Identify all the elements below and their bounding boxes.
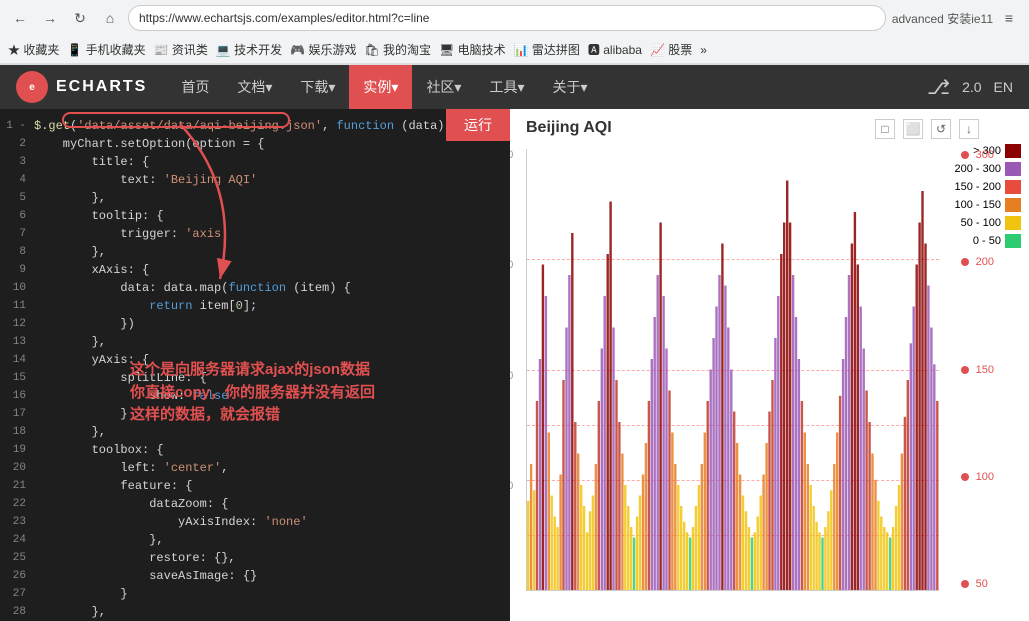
code-line-23: 23 yAxisIndex: 'none' bbox=[0, 513, 510, 531]
right-label-300: 300 bbox=[961, 149, 994, 161]
toolbar-btn-1[interactable]: □ bbox=[875, 119, 895, 139]
code-line-27: 27 } bbox=[0, 585, 510, 603]
version-label: 2.0 bbox=[962, 79, 981, 95]
settings-button[interactable]: ≡ bbox=[997, 6, 1021, 30]
github-icon[interactable]: ⎇ bbox=[927, 75, 950, 100]
bookmark-item[interactable]: 📈 股票 bbox=[650, 41, 692, 58]
run-button[interactable]: 运行 bbox=[446, 109, 510, 141]
toolbar-refresh[interactable]: ↺ bbox=[931, 119, 951, 139]
echarts-logo: e ECHARTS bbox=[16, 71, 147, 103]
legend-color bbox=[1005, 234, 1021, 248]
bookmarks-bar: ★ 收藏夹 📱 手机收藏夹 📰 资讯类 💻 技术开发 🎮 娱乐游戏 🛍 我的淘宝… bbox=[0, 36, 1029, 64]
toolbar-download[interactable]: ↓ bbox=[959, 119, 979, 139]
logo-text: ECHARTS bbox=[56, 78, 147, 96]
code-line-15: 15 splitLine: { bbox=[0, 369, 510, 387]
code-line-28: 28 }, bbox=[0, 603, 510, 621]
y-label-200: 200 bbox=[510, 370, 513, 382]
logo-icon: e bbox=[16, 71, 48, 103]
bookmark-item[interactable]: 🖥 电脑技术 bbox=[439, 41, 506, 58]
nav-examples[interactable]: 实例▾ bbox=[349, 65, 412, 109]
code-line-10: 10 data: data.map(function (item) { bbox=[0, 279, 510, 297]
chart-panel: Beijing AQI □ ⬜ ↺ ↓ > 300 200 - 300 150 … bbox=[510, 109, 1029, 621]
right-dot bbox=[961, 366, 969, 374]
main-navbar: e ECHARTS 首页 文档▾ 下载▾ 实例▾ 社区▾ 工具▾ 关于▾ ⎇ 2… bbox=[0, 65, 1029, 109]
code-line-3: 3 title: { bbox=[0, 153, 510, 171]
legend-color bbox=[1005, 198, 1021, 212]
bookmark-item[interactable]: 🅰 alibaba bbox=[588, 41, 642, 58]
bookmark-item[interactable]: 💻 技术开发 bbox=[216, 41, 282, 58]
code-line-9: 9 xAxis: { bbox=[0, 261, 510, 279]
code-line-26: 26 saveAsImage: {} bbox=[0, 567, 510, 585]
refresh-button[interactable]: ↻ bbox=[68, 6, 92, 30]
code-editor[interactable]: 1 - $.get('data/asset/data/aqi-beijing.j… bbox=[0, 109, 510, 621]
bookmark-item[interactable]: 📰 资讯类 bbox=[154, 41, 208, 58]
right-label-50: 50 bbox=[961, 578, 994, 590]
browser-chrome: ← → ↻ ⌂ advanced 安装ie11 ≡ ★ 收藏夹 📱 手机收藏夹 … bbox=[0, 0, 1029, 65]
nav-community[interactable]: 社区▾ bbox=[412, 65, 475, 109]
bookmark-item[interactable]: 🎮 娱乐游戏 bbox=[290, 41, 356, 58]
right-label-200: 200 bbox=[961, 256, 994, 268]
home-button[interactable]: ⌂ bbox=[98, 6, 122, 30]
right-axis-labels: 300 200 150 100 50 bbox=[961, 149, 994, 590]
legend-color bbox=[1005, 216, 1021, 230]
code-line-2: 2 myChart.setOption(option = { bbox=[0, 135, 510, 153]
back-button[interactable]: ← bbox=[8, 6, 32, 30]
code-line-18: 18 }, bbox=[0, 423, 510, 441]
code-line-4: 4 text: 'Beijing AQI' bbox=[0, 171, 510, 189]
code-line-13: 13 }, bbox=[0, 333, 510, 351]
y-label-300: 300 bbox=[510, 259, 513, 271]
code-line-21: 21 feature: { bbox=[0, 477, 510, 495]
code-line-16: 16 show: false bbox=[0, 387, 510, 405]
y-label-400: 400 bbox=[510, 149, 513, 161]
nav-about[interactable]: 关于▾ bbox=[539, 65, 602, 109]
right-dot bbox=[961, 473, 969, 481]
code-line-1: 1 - $.get('data/asset/data/aqi-beijing.j… bbox=[0, 117, 510, 135]
code-panel: 运行 这个是向服务器请求ajax的json数据 你直接copy，你的服务器并没有… bbox=[0, 109, 510, 621]
code-line-20: 20 left: 'center', bbox=[0, 459, 510, 477]
forward-button[interactable]: → bbox=[38, 6, 62, 30]
legend-color bbox=[1005, 144, 1021, 158]
extension-text: advanced 安装ie11 bbox=[892, 10, 993, 27]
lang-switcher[interactable]: EN bbox=[994, 79, 1013, 95]
right-label-100: 100 bbox=[961, 471, 994, 483]
code-line-19: 19 toolbox: { bbox=[0, 441, 510, 459]
y-axis-labels: 400 300 200 100 bbox=[510, 149, 513, 590]
toolbar-btn-2[interactable]: ⬜ bbox=[903, 119, 923, 139]
address-bar[interactable] bbox=[128, 5, 886, 31]
bookmark-item[interactable]: 📱 手机收藏夹 bbox=[67, 41, 145, 58]
legend-color bbox=[1005, 180, 1021, 194]
main-content: 运行 这个是向服务器请求ajax的json数据 你直接copy，你的服务器并没有… bbox=[0, 109, 1029, 621]
chart-toolbar: □ ⬜ ↺ ↓ bbox=[875, 119, 979, 139]
bookmark-item[interactable]: 🛍 我的淘宝 bbox=[364, 41, 431, 58]
code-line-25: 25 restore: {}, bbox=[0, 549, 510, 567]
code-line-14: 14 yAxis: { bbox=[0, 351, 510, 369]
code-line-17: 17 } bbox=[0, 405, 510, 423]
nav-tools[interactable]: 工具▾ bbox=[475, 65, 538, 109]
code-line-6: 6 tooltip: { bbox=[0, 207, 510, 225]
browser-toolbar: ← → ↻ ⌂ advanced 安装ie11 ≡ bbox=[0, 0, 1029, 36]
code-line-7: 7 trigger: 'axis' bbox=[0, 225, 510, 243]
code-line-24: 24 }, bbox=[0, 531, 510, 549]
nav-home[interactable]: 首页 bbox=[167, 65, 223, 109]
code-line-12: 12 }) bbox=[0, 315, 510, 333]
bookmark-item[interactable]: 📊 雷达拼图 bbox=[514, 41, 580, 58]
bookmark-item[interactable]: ★ 收藏夹 bbox=[8, 41, 59, 58]
right-label-150: 150 bbox=[961, 364, 994, 376]
right-dot bbox=[961, 151, 969, 159]
nav-docs[interactable]: 文档▾ bbox=[223, 65, 286, 109]
code-line-8: 8 }, bbox=[0, 243, 510, 261]
aqi-bars bbox=[527, 149, 939, 590]
code-line-22: 22 dataZoom: { bbox=[0, 495, 510, 513]
more-bookmarks[interactable]: » bbox=[700, 43, 707, 57]
right-dot bbox=[961, 580, 969, 588]
code-line-11: 11 return item[0]; bbox=[0, 297, 510, 315]
legend-color bbox=[1005, 162, 1021, 176]
y-label-100: 100 bbox=[510, 480, 513, 492]
code-line-5: 5 }, bbox=[0, 189, 510, 207]
right-dot bbox=[961, 258, 969, 266]
nav-download[interactable]: 下载▾ bbox=[286, 65, 349, 109]
browser-extra: advanced 安装ie11 ≡ bbox=[892, 6, 1021, 30]
chart-drawing-area: 400 300 200 100 300 200 150 bbox=[526, 149, 939, 591]
